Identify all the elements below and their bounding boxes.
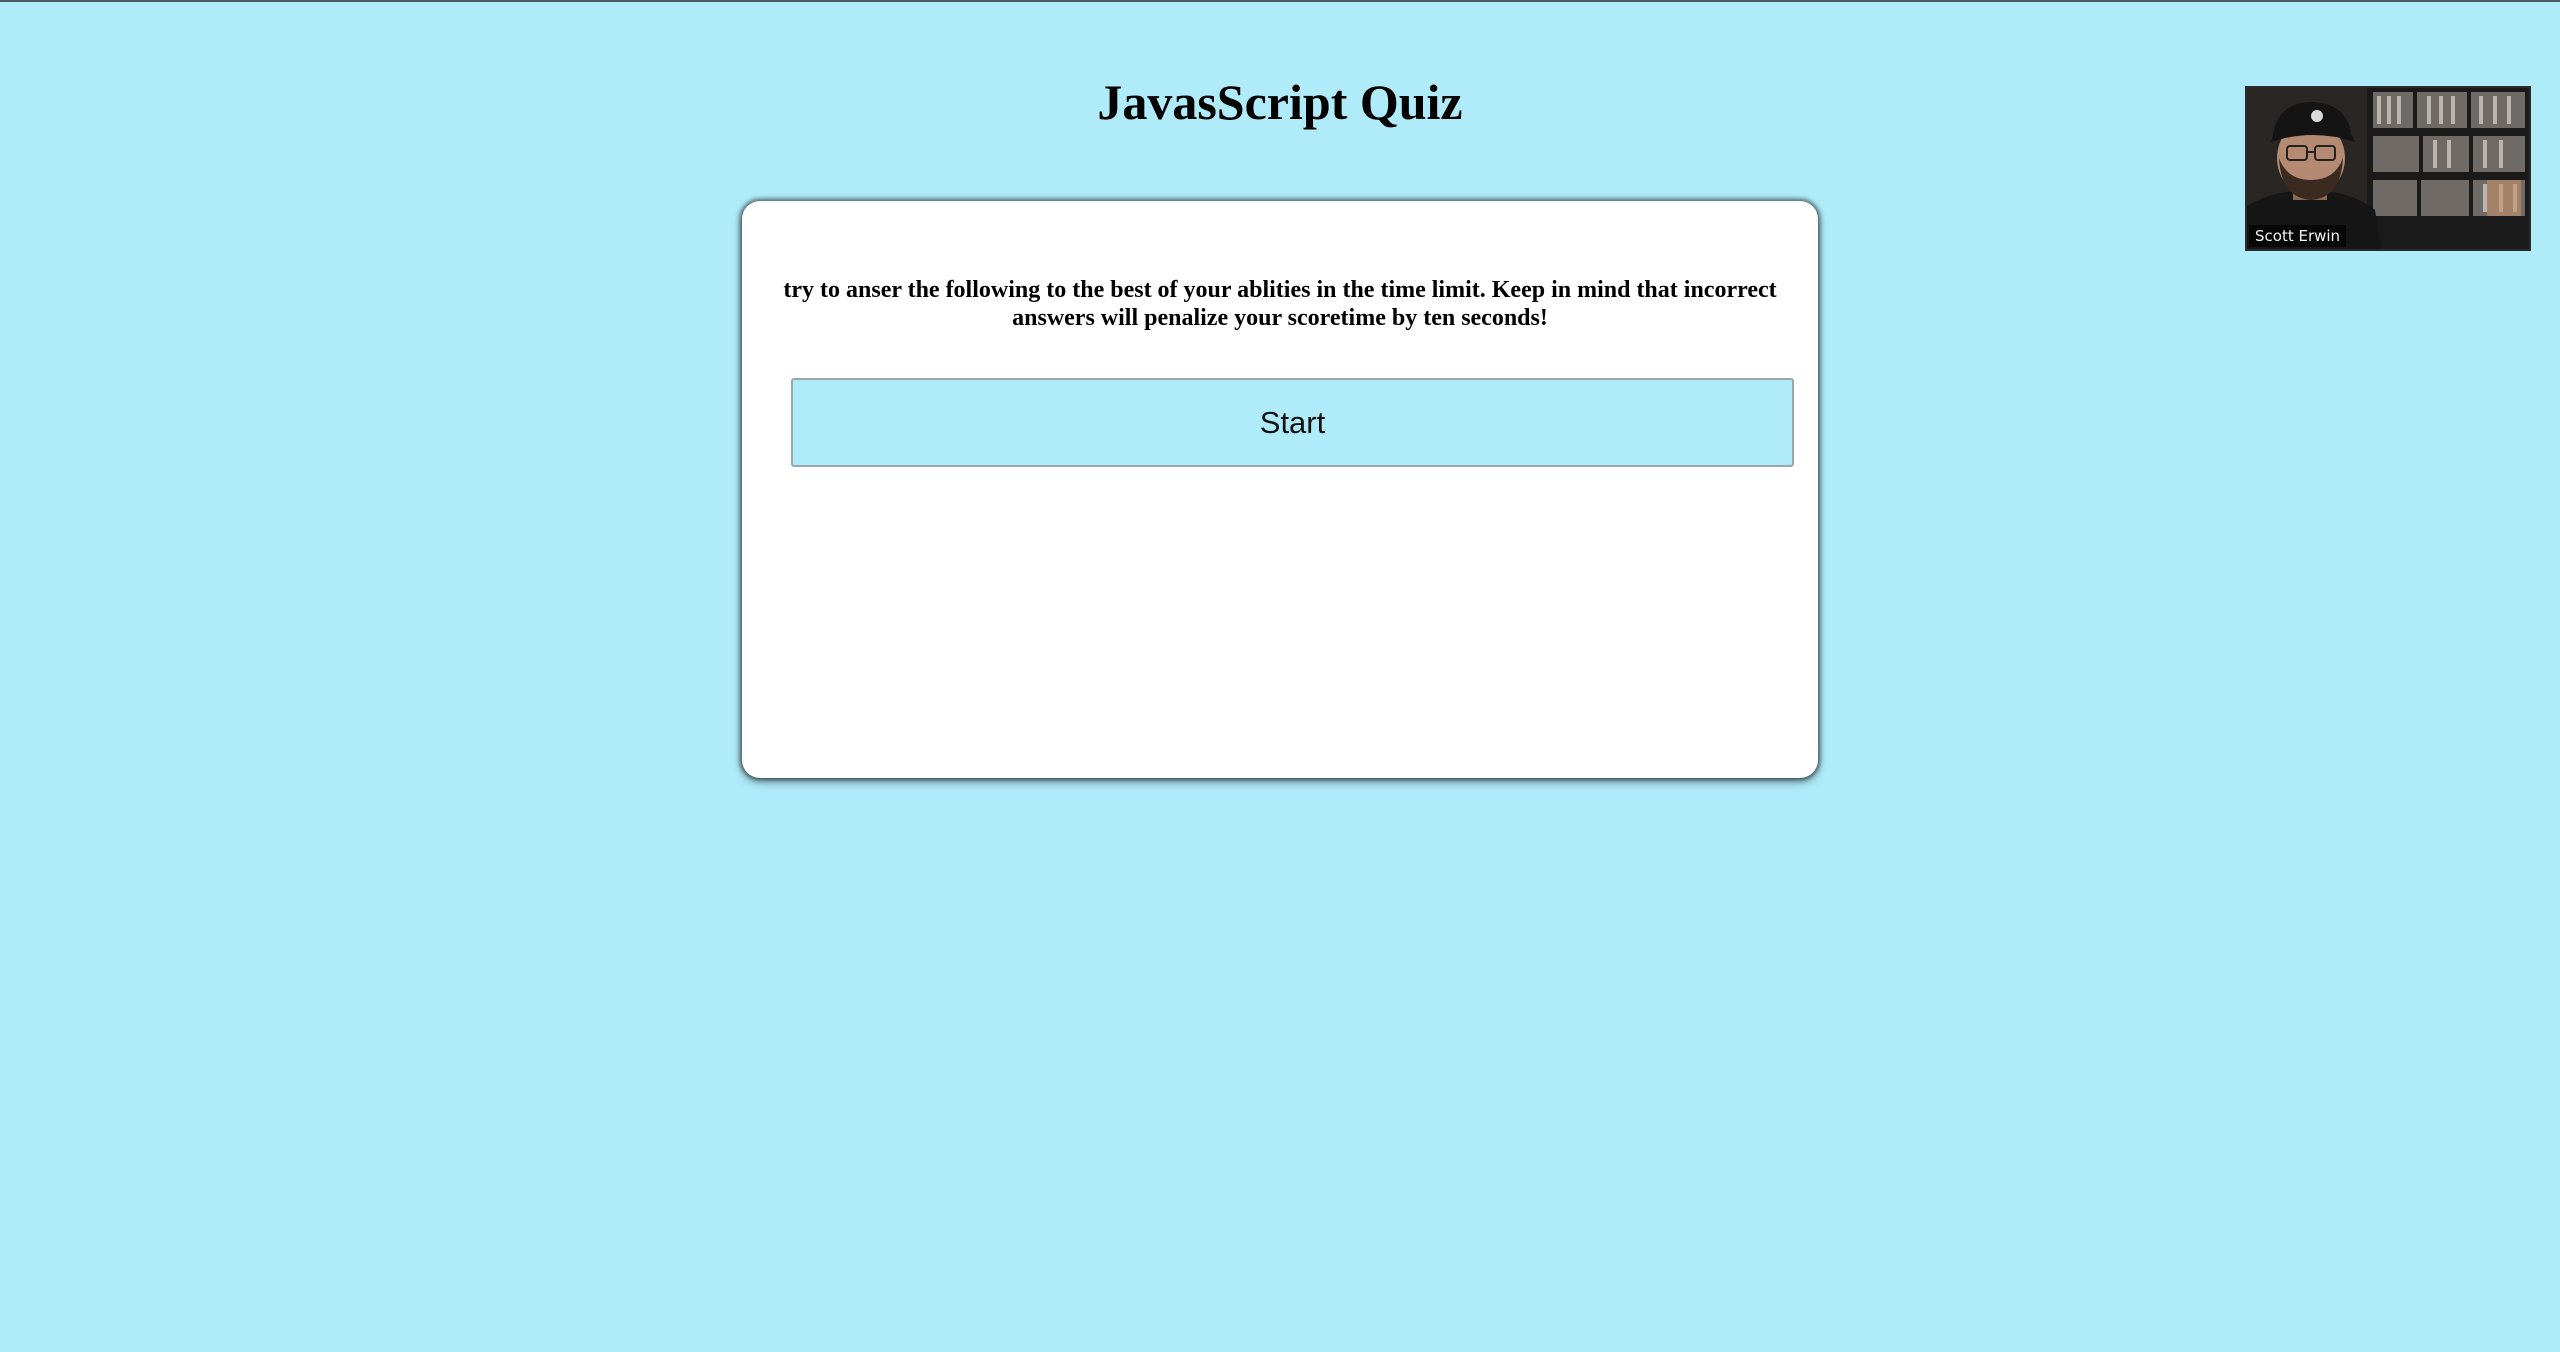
quiz-card: try to anser the following to the best o… [742,201,1818,778]
page-title: JavasScript Quiz [1097,74,1463,130]
quiz-instructions: try to anser the following to the best o… [783,277,1777,331]
start-button[interactable]: Start [791,378,1794,467]
participant-name-label: Scott Erwin [2249,225,2347,247]
video-call-tile[interactable]: Scott Erwin [2245,86,2531,251]
